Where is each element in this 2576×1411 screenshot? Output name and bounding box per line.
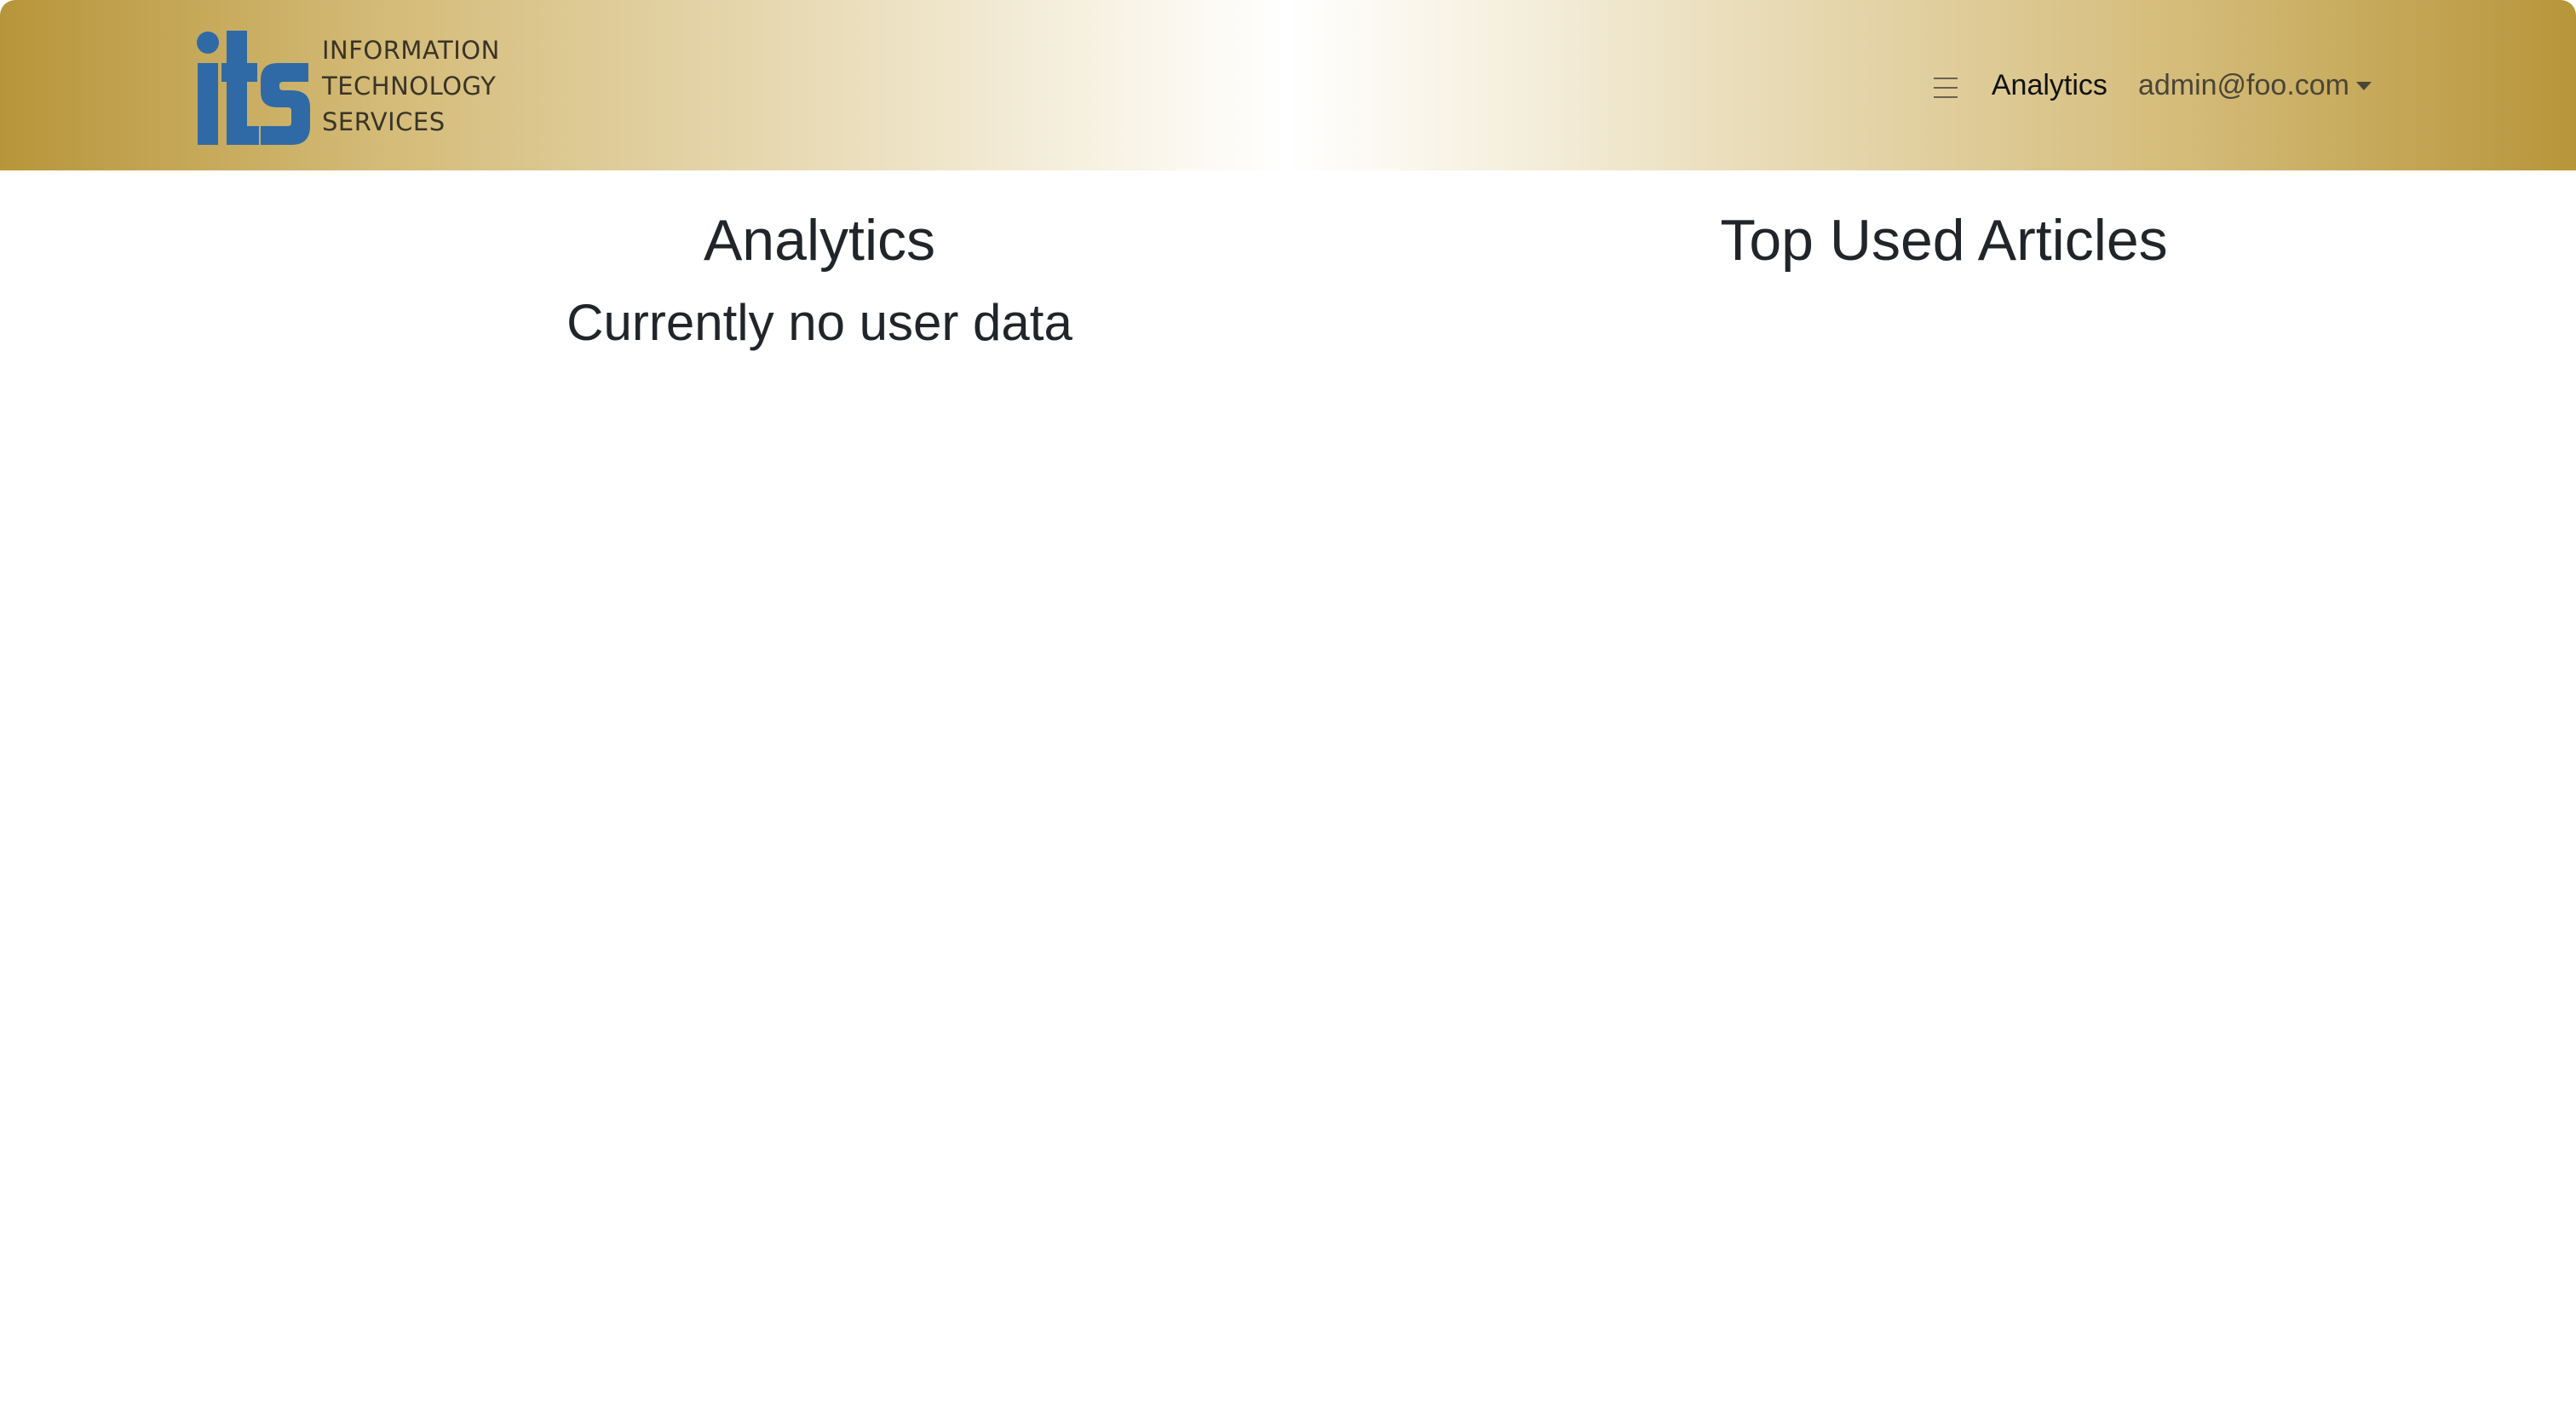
top-navbar: INFORMATION TECHNOLOGY SERVICES Analytic…	[0, 0, 2576, 170]
brand-logo[interactable]: INFORMATION TECHNOLOGY SERVICES	[196, 26, 500, 147]
page: INFORMATION TECHNOLOGY SERVICES Analytic…	[0, 0, 2576, 1411]
brand-line-services: SERVICES	[322, 107, 446, 136]
analytics-status: Currently no user data	[566, 294, 1072, 351]
top-articles-title: Top Used Articles	[1720, 208, 2168, 273]
nav-link-analytics[interactable]: Analytics	[1992, 69, 2107, 102]
brand-line-technology: TECHNOLOGY	[322, 72, 497, 101]
hamburger-menu-icon[interactable]	[1933, 78, 1958, 98]
its-logo-mark	[197, 31, 310, 145]
user-dropdown[interactable]: admin@foo.com	[2138, 69, 2372, 102]
analytics-title: Analytics	[703, 208, 936, 273]
brand-line-information: INFORMATION	[322, 36, 500, 65]
navbar-right: Analytics admin@foo.com	[1933, 0, 2372, 170]
brand-text: INFORMATION TECHNOLOGY SERVICES	[322, 32, 500, 140]
user-email: admin@foo.com	[2137, 68, 2349, 101]
chevron-down-icon	[2356, 82, 2372, 90]
